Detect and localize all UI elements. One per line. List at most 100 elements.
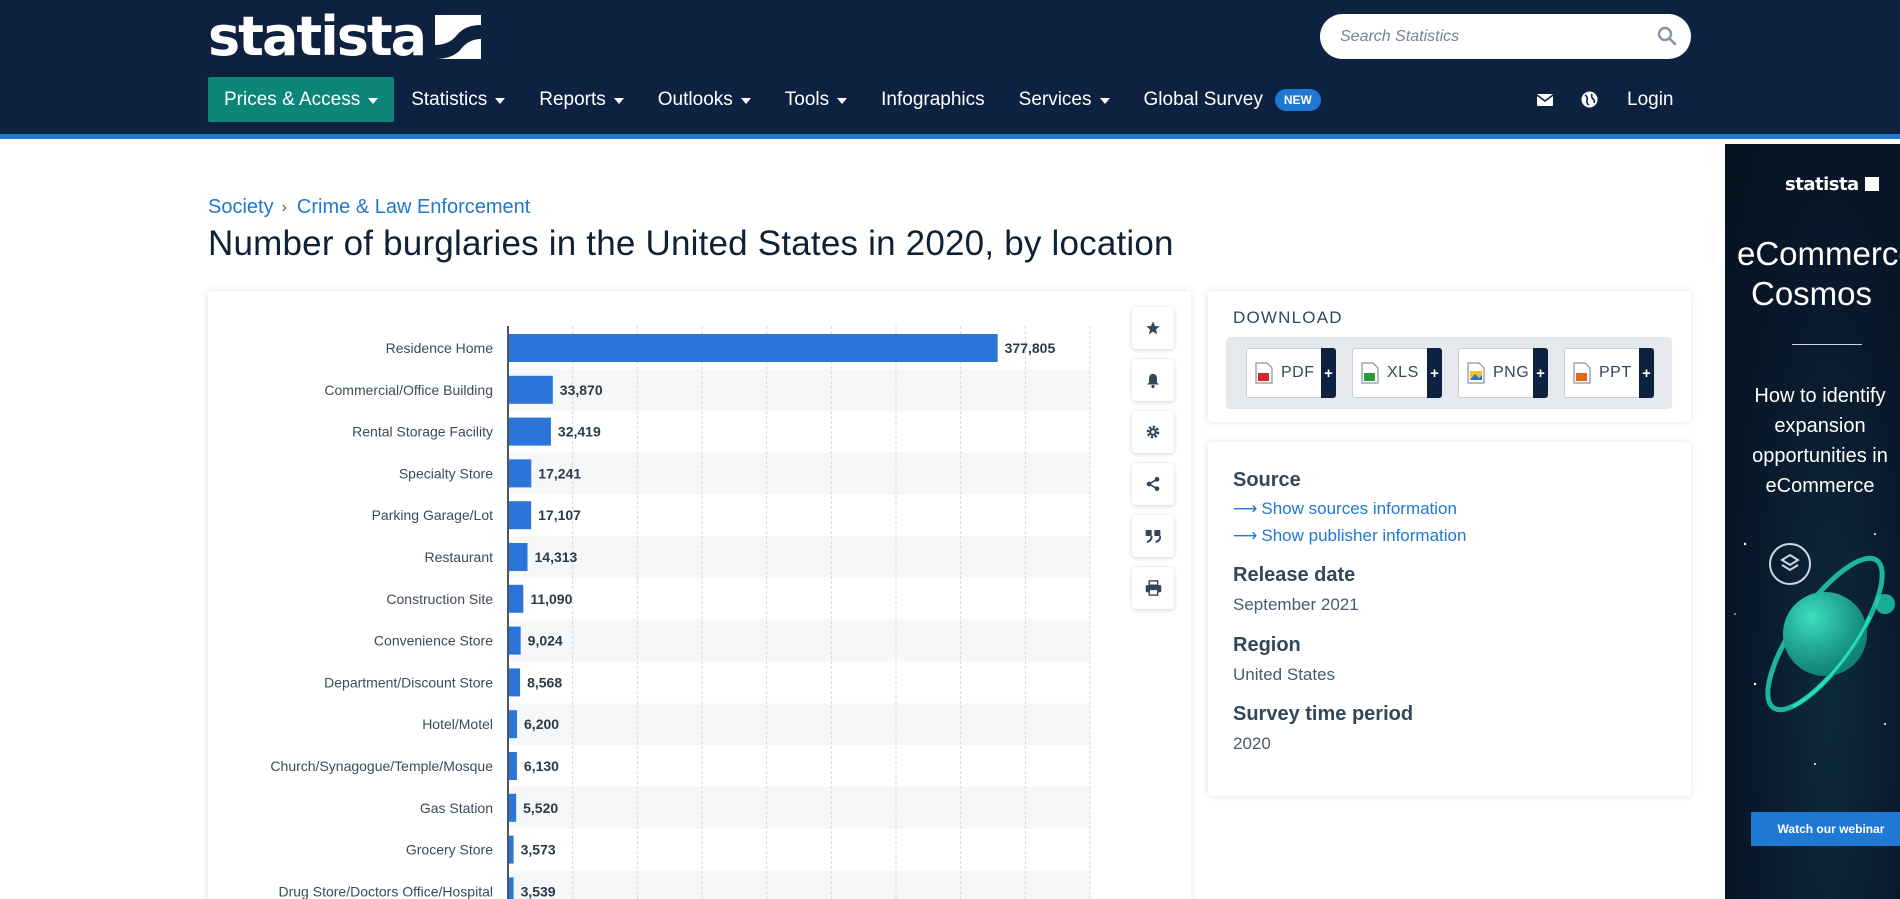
row-stripe: [508, 452, 1090, 495]
release-date-value: September 2021: [1233, 595, 1359, 614]
gear-icon: [1146, 425, 1160, 439]
nav-reports[interactable]: Reports: [522, 77, 641, 122]
data-label: 32,419: [558, 424, 601, 440]
region-label: Region: [1233, 634, 1301, 656]
header-actions: Login: [1535, 77, 1674, 122]
nav-tools[interactable]: Tools: [768, 77, 864, 122]
caret-down-icon: [1099, 97, 1110, 104]
download-xls-button[interactable]: XLS +: [1352, 348, 1442, 398]
search-box[interactable]: [1320, 14, 1691, 59]
logo-mark-icon: [435, 15, 482, 59]
png-file-icon: [1467, 362, 1485, 384]
nav-services[interactable]: Services: [1002, 77, 1127, 122]
category-label: Drug Store/Doctors Office/Hospital: [279, 883, 494, 899]
nav-label: Outlooks: [657, 88, 733, 110]
bar[interactable]: [509, 835, 514, 864]
show-sources-link[interactable]: ⟶ Show sources information: [1233, 499, 1457, 519]
download-heading: DOWNLOAD: [1233, 308, 1343, 327]
ad-banner[interactable]: statista eCommerce Cosmos How to identif…: [1725, 144, 1900, 899]
download-label: PDF: [1281, 364, 1315, 381]
login-link[interactable]: Login: [1627, 89, 1674, 111]
bar[interactable]: [509, 752, 517, 780]
category-label: Commercial/Office Building: [324, 382, 493, 398]
ad-title: eCommerce Cosmos: [1737, 234, 1900, 314]
nav-outlooks[interactable]: Outlooks: [641, 77, 768, 122]
show-publisher-link[interactable]: ⟶ Show publisher information: [1233, 526, 1466, 546]
category-label: Gas Station: [420, 800, 493, 816]
download-pdf-button[interactable]: PDF +: [1246, 348, 1336, 398]
bar[interactable]: [509, 334, 998, 362]
print-icon: [1145, 580, 1161, 596]
globe-icon[interactable]: [1579, 90, 1599, 110]
row-stripe: [508, 619, 1090, 662]
bar[interactable]: [509, 793, 517, 822]
breadcrumb-separator: ›: [281, 198, 287, 216]
bar[interactable]: [509, 626, 521, 655]
data-label: 3,539: [521, 883, 556, 899]
nav-statistics[interactable]: Statistics: [394, 77, 522, 122]
bar[interactable]: [509, 375, 553, 404]
mail-icon[interactable]: [1535, 90, 1555, 110]
plus-icon: +: [1321, 348, 1336, 398]
settings-button[interactable]: [1132, 411, 1174, 453]
search-icon[interactable]: [1657, 26, 1677, 46]
nav-global-survey[interactable]: Global Survey NEW: [1127, 77, 1338, 122]
breadcrumb-society[interactable]: Society: [208, 196, 274, 219]
row-stripe: [508, 536, 1090, 578]
bar[interactable]: [509, 417, 551, 446]
plus-icon: +: [1427, 348, 1442, 398]
bar[interactable]: [509, 668, 521, 697]
watch-webinar-button[interactable]: Watch our webinar: [1751, 812, 1900, 846]
row-stripe: [508, 870, 1090, 899]
download-label: PNG: [1493, 364, 1530, 381]
pdf-file-icon: [1255, 362, 1273, 384]
notification-button[interactable]: [1132, 359, 1174, 401]
bar[interactable]: [509, 459, 532, 488]
breadcrumb-crime[interactable]: Crime & Law Enforcement: [297, 196, 530, 219]
bar[interactable]: [509, 710, 518, 739]
download-ppt-button[interactable]: PPT +: [1564, 348, 1654, 398]
ad-logo: statista: [1785, 174, 1879, 195]
download-buttons: PDF + XLS + PNG + PPT +: [1226, 337, 1672, 409]
region-value: United States: [1233, 665, 1336, 684]
data-label: 33,870: [560, 382, 603, 398]
statistic-info-card: Source ⟶ Show sources information ⟶ Show p…: [1208, 442, 1691, 796]
ad-divider: [1792, 344, 1862, 345]
site-header: statista Prices & Access Statistics Repo…: [0, 0, 1900, 139]
data-label: 14,313: [535, 549, 578, 565]
ppt-file-icon: [1573, 362, 1591, 384]
bar[interactable]: [509, 877, 514, 899]
download-png-button[interactable]: PNG +: [1458, 348, 1548, 398]
bar[interactable]: [509, 584, 524, 613]
bar[interactable]: [509, 501, 532, 530]
bar[interactable]: [509, 543, 528, 571]
cite-button[interactable]: [1132, 515, 1174, 557]
nav-label: Infographics: [881, 88, 985, 110]
bar-chart: Residence Home 377,805 Commercial/Office B…: [270, 326, 1091, 899]
category-label: Rental Storage Facility: [352, 424, 493, 440]
share-button[interactable]: [1132, 463, 1174, 505]
category-label: Restaurant: [425, 549, 494, 565]
bell-icon: [1147, 373, 1159, 388]
caret-down-icon: [837, 97, 848, 104]
download-card: DOWNLOAD PDF + XLS + PNG + PPT +: [1208, 291, 1691, 422]
plus-icon: +: [1533, 348, 1548, 398]
ad-title-line2: Cosmos: [1751, 275, 1873, 312]
source-label: Source: [1233, 469, 1301, 491]
nav-prices-access[interactable]: Prices & Access: [208, 77, 395, 122]
data-label: 8,568: [527, 674, 562, 690]
statista-logo[interactable]: statista: [208, 10, 482, 64]
page-title: Number of burglaries in the United State…: [208, 224, 1174, 263]
print-button[interactable]: [1132, 567, 1174, 609]
nav-infographics[interactable]: Infographics: [864, 77, 1002, 122]
ad-logo-mark-icon: [1864, 177, 1879, 191]
search-input[interactable]: [1340, 25, 1640, 49]
planet-illustration: [1734, 533, 1895, 765]
row-stripe: [508, 703, 1090, 746]
data-label: 17,107: [538, 507, 581, 523]
favorite-button[interactable]: [1132, 307, 1174, 349]
nav-label: Prices & Access: [224, 88, 361, 110]
category-label: Grocery Store: [406, 842, 493, 858]
arrow-right-icon: ⟶: [1233, 526, 1258, 545]
chart-card: Residence Home 377,805 Commercial/Office B…: [208, 291, 1191, 899]
